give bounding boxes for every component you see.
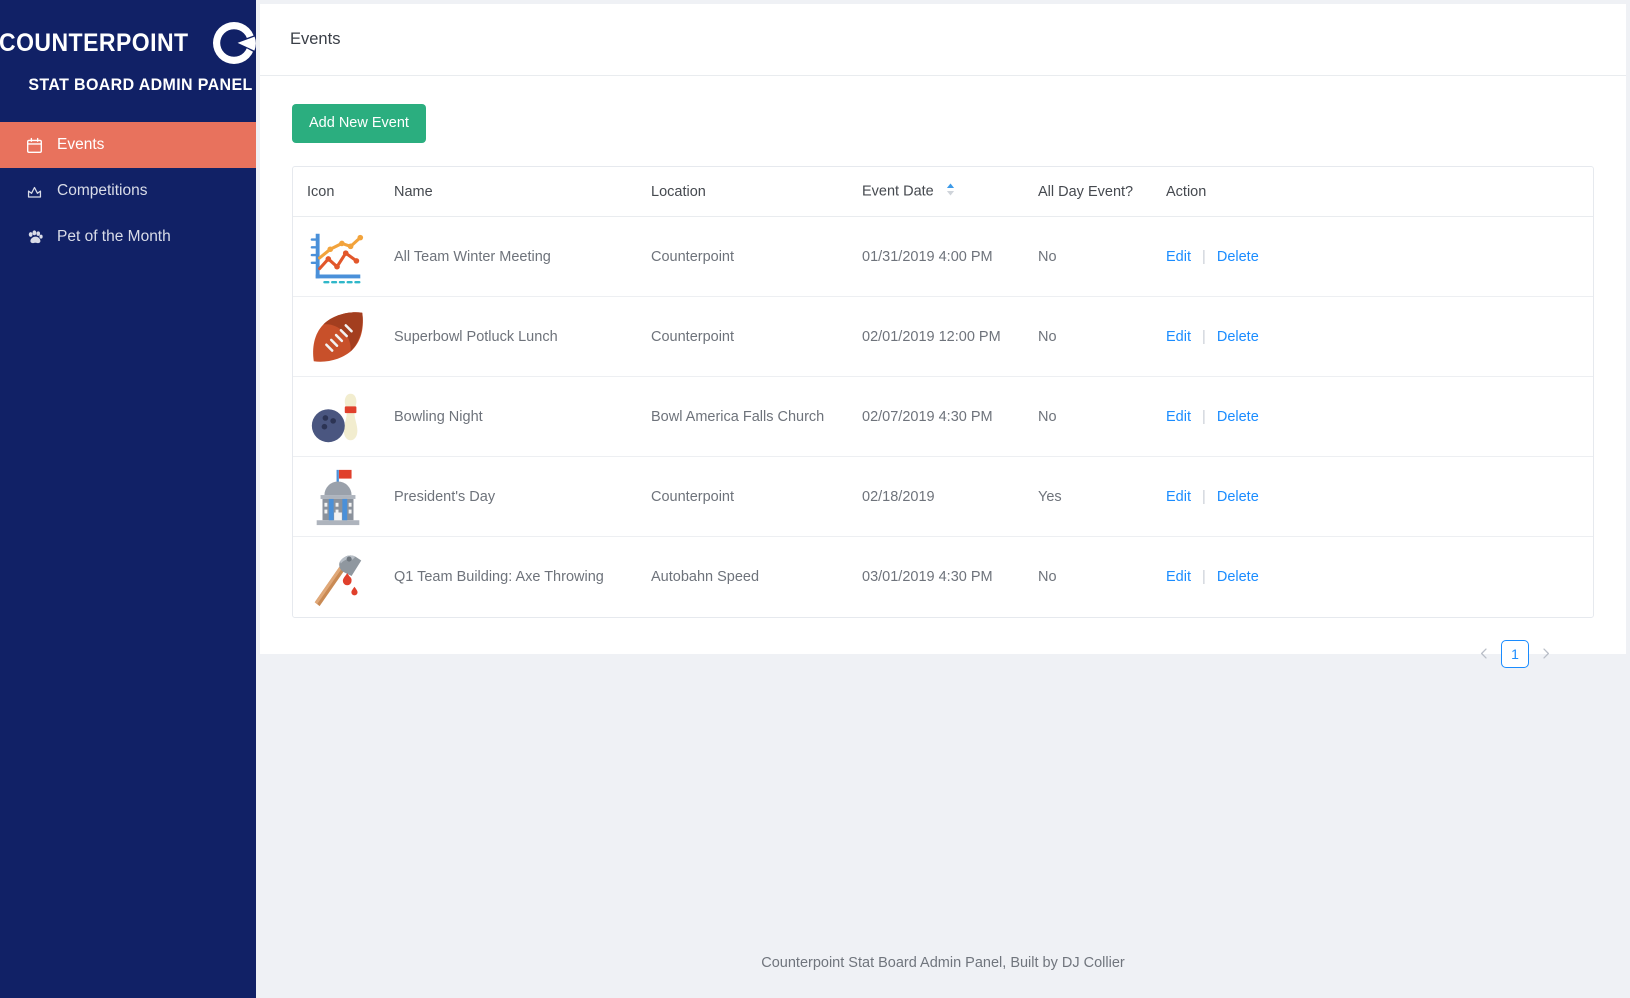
cell-icon bbox=[293, 537, 394, 617]
brand-wordmark: COUNTERPOINT bbox=[0, 28, 189, 57]
cell-action: Edit | Delete bbox=[1166, 296, 1593, 377]
cell-name: Bowling Night bbox=[394, 376, 651, 457]
footer: Counterpoint Stat Board Admin Panel, Bui… bbox=[256, 928, 1630, 998]
cell-event-date: 02/18/2019 bbox=[862, 456, 1038, 537]
calendar-icon bbox=[25, 136, 44, 155]
pagination: 1 bbox=[292, 618, 1594, 668]
crown-icon bbox=[25, 182, 44, 201]
cell-location: Counterpoint bbox=[651, 456, 862, 537]
cell-event-date: 02/07/2019 4:30 PM bbox=[862, 376, 1038, 457]
cell-icon bbox=[293, 296, 394, 377]
cell-action: Edit | Delete bbox=[1166, 376, 1593, 457]
table-row: Superbowl Potluck Lunch Counterpoint 02/… bbox=[293, 296, 1593, 377]
edit-link[interactable]: Edit bbox=[1166, 569, 1191, 585]
action-separator: | bbox=[1202, 408, 1206, 425]
cell-action: Edit | Delete bbox=[1166, 537, 1593, 617]
edit-link[interactable]: Edit bbox=[1166, 329, 1191, 345]
pagination-page-1[interactable]: 1 bbox=[1501, 639, 1529, 668]
brand-row: COUNTERPOINT bbox=[0, 20, 259, 66]
cell-name: Superbowl Potluck Lunch bbox=[394, 296, 651, 377]
cell-event-date: 01/31/2019 4:00 PM bbox=[862, 216, 1038, 297]
chevron-right-icon[interactable] bbox=[1538, 643, 1554, 665]
sort-ascending-icon[interactable] bbox=[946, 182, 955, 201]
page-header: Events bbox=[260, 4, 1626, 76]
cell-location: Counterpoint bbox=[651, 216, 862, 297]
counterpoint-logo-icon bbox=[211, 20, 259, 66]
action-separator: | bbox=[1202, 568, 1206, 585]
chart-increasing-icon bbox=[307, 226, 394, 288]
cell-event-date: 02/01/2019 12:00 PM bbox=[862, 296, 1038, 377]
delete-link[interactable]: Delete bbox=[1217, 489, 1259, 505]
events-table-container: Icon Name Location Event Date All Day Ev… bbox=[292, 166, 1594, 618]
classical-building-icon bbox=[307, 466, 394, 528]
cell-location: Bowl America Falls Church bbox=[651, 376, 862, 457]
sidebar-item-label: Events bbox=[57, 136, 105, 153]
page-title: Events bbox=[290, 30, 341, 48]
events-table: Icon Name Location Event Date All Day Ev… bbox=[293, 167, 1593, 617]
chevron-left-icon[interactable] bbox=[1476, 643, 1492, 665]
axe-icon bbox=[307, 546, 394, 608]
column-header-action: Action bbox=[1166, 167, 1593, 217]
sidebar-item-pet-of-the-month[interactable]: Pet of the Month bbox=[0, 214, 256, 260]
cell-all-day: No bbox=[1038, 568, 1057, 585]
page-body: Add New Event Icon Name Location Event D… bbox=[260, 76, 1626, 668]
sidebar-item-events[interactable]: Events bbox=[0, 122, 256, 168]
table-header: Icon Name Location Event Date All Day Ev… bbox=[293, 167, 1593, 217]
sidebar-item-competitions[interactable]: Competitions bbox=[0, 168, 256, 214]
cell-icon bbox=[293, 216, 394, 297]
cell-icon bbox=[293, 456, 394, 537]
action-separator: | bbox=[1202, 328, 1206, 345]
column-header-all-day-event: All Day Event? bbox=[1038, 167, 1166, 217]
football-icon bbox=[307, 306, 394, 368]
table-header-row: Icon Name Location Event Date All Day Ev… bbox=[293, 167, 1593, 217]
column-header-name: Name bbox=[394, 167, 651, 217]
edit-link[interactable]: Edit bbox=[1166, 489, 1191, 505]
delete-link[interactable]: Delete bbox=[1217, 409, 1259, 425]
column-header-icon: Icon bbox=[293, 167, 394, 217]
cell-icon bbox=[293, 376, 394, 457]
sidebar-item-label: Competitions bbox=[57, 182, 148, 199]
cell-event-date: 03/01/2019 4:30 PM bbox=[862, 568, 993, 585]
bowling-icon bbox=[307, 386, 394, 448]
sidebar-nav: Events Competitions Pet of the Month bbox=[0, 122, 256, 260]
table-body: All Team Winter Meeting Counterpoint 01/… bbox=[293, 216, 1593, 617]
delete-link[interactable]: Delete bbox=[1217, 249, 1259, 265]
table-row: Q1 Team Building: Axe Throwing Autobahn … bbox=[293, 537, 1593, 617]
cell-name: Q1 Team Building: Axe Throwing bbox=[394, 568, 604, 585]
cell-name: President's Day bbox=[394, 456, 651, 537]
content-card: Events Add New Event Icon Name Location … bbox=[260, 4, 1626, 668]
cell-all-day: Yes bbox=[1038, 456, 1166, 537]
app-root: COUNTERPOINT STAT BOARD ADMIN PANEL Even… bbox=[0, 0, 1630, 998]
table-row: Bowling Night Bowl America Falls Church … bbox=[293, 376, 1593, 457]
table-row: All Team Winter Meeting Counterpoint 01/… bbox=[293, 216, 1593, 297]
sidebar-item-label: Pet of the Month bbox=[57, 228, 171, 245]
cell-location: Autobahn Speed bbox=[651, 568, 760, 585]
brand-block: COUNTERPOINT STAT BOARD ADMIN PANEL bbox=[0, 0, 259, 113]
paw-icon bbox=[25, 228, 44, 247]
cell-name: All Team Winter Meeting bbox=[394, 216, 651, 297]
delete-link[interactable]: Delete bbox=[1217, 569, 1259, 585]
column-header-event-date[interactable]: Event Date bbox=[862, 167, 1038, 217]
edit-link[interactable]: Edit bbox=[1166, 409, 1191, 425]
add-new-event-button[interactable]: Add New Event bbox=[292, 104, 426, 143]
brand-subtitle: STAT BOARD ADMIN PANEL bbox=[28, 75, 253, 94]
sidebar: COUNTERPOINT STAT BOARD ADMIN PANEL Even… bbox=[0, 0, 259, 998]
main-area: Events Add New Event Icon Name Location … bbox=[256, 0, 1630, 998]
column-header-location: Location bbox=[651, 167, 862, 217]
cell-all-day: No bbox=[1038, 296, 1166, 377]
cell-all-day: No bbox=[1038, 216, 1166, 297]
delete-link[interactable]: Delete bbox=[1217, 329, 1259, 345]
table-row: President's Day Counterpoint 02/18/2019 … bbox=[293, 456, 1593, 537]
column-header-event-date-label: Event Date bbox=[862, 183, 934, 200]
action-separator: | bbox=[1202, 248, 1206, 265]
footer-text: Counterpoint Stat Board Admin Panel, Bui… bbox=[761, 955, 1125, 971]
cell-location: Counterpoint bbox=[651, 296, 862, 377]
cell-all-day: No bbox=[1038, 376, 1166, 457]
action-separator: | bbox=[1202, 488, 1206, 505]
edit-link[interactable]: Edit bbox=[1166, 249, 1191, 265]
cell-action: Edit | Delete bbox=[1166, 456, 1593, 537]
cell-action: Edit | Delete bbox=[1166, 216, 1593, 297]
